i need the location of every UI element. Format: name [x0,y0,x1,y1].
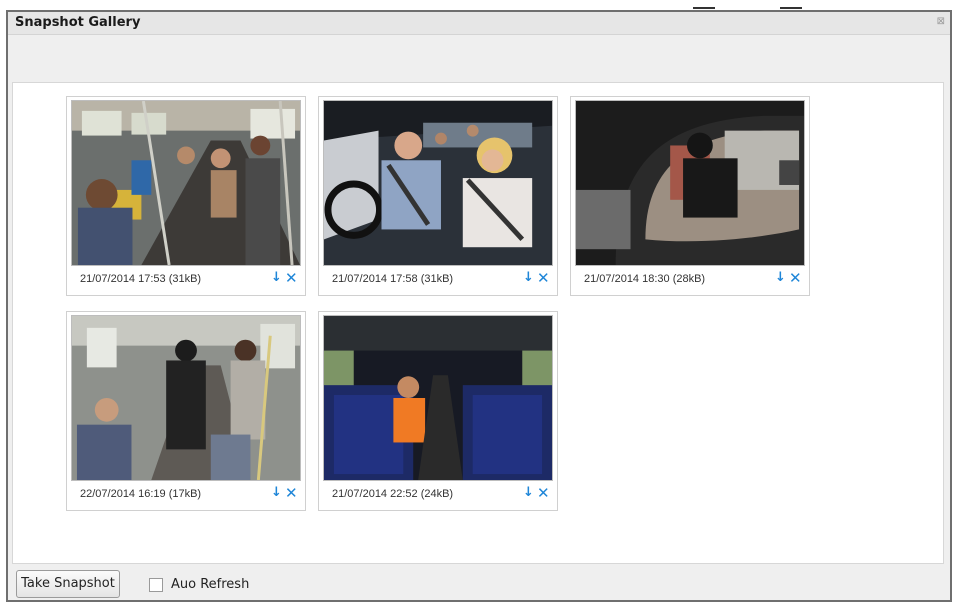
snapshot-caption: 21/07/2014 22:52 (24kB) [332,488,454,500]
title-bar: Snapshot Gallery ⊠ [8,12,950,35]
download-icon[interactable]: ↓ [523,485,534,500]
snapshot-caption: 21/07/2014 17:53 (31kB) [80,273,202,285]
window-title: Snapshot Gallery [15,15,141,30]
auto-refresh-label: Auo Refresh [171,577,250,592]
top-decoration [780,0,802,9]
snapshot-card[interactable]: 22/07/2014 16:19 (17kB) ↓ ✕ [66,311,306,511]
close-icon[interactable]: ⊠ [937,16,945,27]
download-icon[interactable]: ↓ [775,270,786,285]
snapshot-thumbnail[interactable] [323,315,553,481]
top-decoration [693,0,715,9]
snapshot-thumbnail[interactable] [575,100,805,266]
delete-icon[interactable]: ✕ [537,269,550,287]
auto-refresh-checkbox[interactable] [149,578,163,592]
snapshot-caption: 21/07/2014 17:58 (31kB) [332,273,454,285]
snapshot-caption: 21/07/2014 18:30 (28kB) [584,273,706,285]
snapshot-gallery-window: Snapshot Gallery ⊠ 21/07/2014 17:53 (31k… [6,10,952,602]
download-icon[interactable]: ↓ [523,270,534,285]
take-snapshot-button[interactable]: Take Snapshot [16,570,120,598]
delete-icon[interactable]: ✕ [789,269,802,287]
download-icon[interactable]: ↓ [271,485,282,500]
snapshot-caption: 22/07/2014 16:19 (17kB) [80,488,202,500]
download-icon[interactable]: ↓ [271,270,282,285]
delete-icon[interactable]: ✕ [537,484,550,502]
delete-icon[interactable]: ✕ [285,484,298,502]
delete-icon[interactable]: ✕ [285,269,298,287]
snapshot-card[interactable]: 21/07/2014 22:52 (24kB) ↓ ✕ [318,311,558,511]
snapshot-card[interactable]: 21/07/2014 17:58 (31kB) ↓ ✕ [318,96,558,296]
top-strip [0,0,956,10]
gallery-panel: 21/07/2014 17:53 (31kB) ↓ ✕ 21/07/2014 1… [12,82,944,564]
snapshot-thumbnail[interactable] [71,315,301,481]
snapshot-thumbnail[interactable] [71,100,301,266]
snapshot-thumbnail[interactable] [323,100,553,266]
snapshot-card[interactable]: 21/07/2014 17:53 (31kB) ↓ ✕ [66,96,306,296]
snapshot-card[interactable]: 21/07/2014 18:30 (28kB) ↓ ✕ [570,96,810,296]
